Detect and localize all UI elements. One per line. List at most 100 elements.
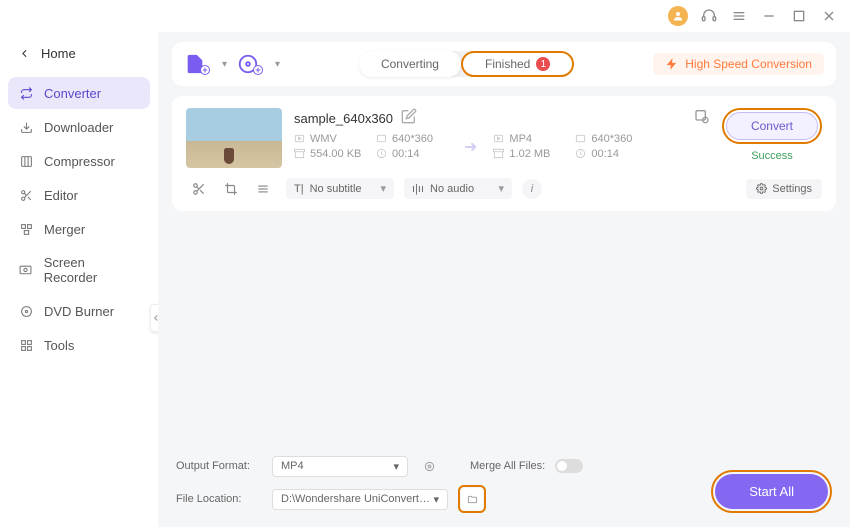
- edit-name-icon[interactable]: [401, 108, 417, 129]
- audio-value: No audio: [430, 183, 474, 195]
- sidebar-item-label: Tools: [44, 338, 74, 353]
- chevron-down-icon: ▾: [433, 493, 439, 506]
- open-folder-button[interactable]: [461, 488, 483, 510]
- chevron-down-icon: ▾: [275, 59, 280, 70]
- crop-icon[interactable]: [224, 182, 238, 196]
- home-button[interactable]: Home: [8, 40, 150, 67]
- audio-icon: ı|ıı: [412, 183, 424, 195]
- output-format-value: MP4: [281, 460, 304, 472]
- chevron-down-icon: ▾: [393, 460, 399, 473]
- dst-format: MP4: [509, 133, 532, 145]
- tab-finished[interactable]: Finished 1: [461, 51, 574, 77]
- output-format-label: Output Format:: [176, 460, 262, 472]
- main-panel: + ▾ + ▾ Converting Finished 1: [158, 32, 850, 527]
- sidebar-item-editor[interactable]: Editor: [8, 179, 150, 211]
- file-location-value: D:\Wondershare UniConverter 1: [281, 493, 433, 505]
- minimize-icon[interactable]: [760, 7, 778, 25]
- screen-recorder-icon: [18, 262, 34, 278]
- lightning-icon: [665, 57, 679, 71]
- close-icon[interactable]: [820, 7, 838, 25]
- tab-label: Finished: [485, 57, 530, 71]
- start-all-button[interactable]: Start All: [715, 474, 828, 509]
- subtitle-dropdown[interactable]: T| No subtitle ▾: [286, 178, 394, 199]
- chevron-down-icon: ▾: [498, 182, 504, 195]
- support-icon[interactable]: [700, 7, 718, 25]
- editor-icon: [18, 187, 34, 203]
- merge-toggle[interactable]: [555, 459, 583, 473]
- compressor-icon: [18, 153, 34, 169]
- chevron-down-icon: ▾: [380, 182, 386, 195]
- effect-icon[interactable]: [256, 182, 270, 196]
- subtitle-icon: T|: [294, 183, 304, 195]
- resolution-icon: [376, 133, 388, 145]
- sidebar-item-converter[interactable]: Converter: [8, 77, 150, 109]
- tab-converting[interactable]: Converting: [359, 51, 461, 77]
- video-thumbnail[interactable]: [186, 108, 282, 168]
- merger-icon: [18, 221, 34, 237]
- arrow-right-icon: ➜: [458, 137, 483, 157]
- format-icon: [493, 133, 505, 145]
- status-tabs: Converting Finished 1: [359, 51, 574, 77]
- dst-dur: 00:14: [591, 148, 619, 160]
- maximize-icon[interactable]: [790, 7, 808, 25]
- downloader-icon: [18, 119, 34, 135]
- info-icon[interactable]: i: [522, 179, 542, 199]
- src-format: WMV: [310, 133, 337, 145]
- gear-icon: [756, 183, 767, 194]
- subtitle-value: No subtitle: [310, 183, 362, 195]
- tab-label: Converting: [381, 57, 439, 71]
- format-icon: [294, 133, 306, 145]
- sidebar-item-compressor[interactable]: Compressor: [8, 145, 150, 177]
- add-dvd-button[interactable]: + ▾: [237, 53, 280, 75]
- user-avatar-icon[interactable]: [668, 6, 688, 26]
- sidebar: Home Converter Downloader Compressor Edi…: [0, 32, 158, 527]
- duration-icon: [575, 148, 587, 160]
- sidebar-item-label: Compressor: [44, 154, 115, 169]
- sidebar-item-label: DVD Burner: [44, 304, 114, 319]
- duration-icon: [376, 148, 388, 160]
- trim-icon[interactable]: [192, 182, 206, 196]
- settings-label: Settings: [772, 183, 812, 195]
- convert-button[interactable]: Convert: [726, 112, 818, 140]
- src-res: 640*360: [392, 133, 433, 145]
- resolution-icon: [575, 133, 587, 145]
- audio-dropdown[interactable]: ı|ıı No audio ▾: [404, 178, 512, 199]
- sidebar-item-merger[interactable]: Merger: [8, 213, 150, 245]
- high-speed-label: High Speed Conversion: [685, 57, 812, 71]
- add-file-button[interactable]: + ▾: [184, 53, 227, 75]
- dst-size: 1.02 MB: [509, 148, 550, 160]
- output-settings-icon[interactable]: [694, 108, 710, 124]
- settings-button[interactable]: Settings: [746, 179, 822, 199]
- file-name: sample_640x360: [294, 111, 393, 126]
- tools-icon: [18, 337, 34, 353]
- sidebar-item-downloader[interactable]: Downloader: [8, 111, 150, 143]
- src-dur: 00:14: [392, 148, 420, 160]
- sidebar-item-label: Screen Recorder: [44, 255, 140, 285]
- sidebar-item-label: Merger: [44, 222, 85, 237]
- size-icon: [294, 148, 306, 160]
- top-controls: + ▾ + ▾ Converting Finished 1: [172, 42, 836, 86]
- size-icon: [493, 148, 505, 160]
- sidebar-item-screen-recorder[interactable]: Screen Recorder: [8, 247, 150, 293]
- output-format-select[interactable]: MP4 ▾: [272, 456, 408, 477]
- output-settings-gear-icon[interactable]: [418, 455, 440, 477]
- high-speed-conversion-button[interactable]: High Speed Conversion: [653, 53, 824, 75]
- sidebar-item-label: Editor: [44, 188, 78, 203]
- dvd-burner-icon: [18, 303, 34, 319]
- src-size: 554.00 KB: [310, 148, 361, 160]
- finished-count-badge: 1: [536, 57, 550, 71]
- merge-label: Merge All Files:: [470, 460, 545, 472]
- status-text: Success: [751, 150, 793, 162]
- home-label: Home: [41, 46, 76, 61]
- sidebar-item-dvd-burner[interactable]: DVD Burner: [8, 295, 150, 327]
- titlebar: [0, 0, 850, 32]
- chevron-down-icon: ▾: [222, 59, 227, 70]
- folder-icon: [467, 494, 478, 505]
- sidebar-item-tools[interactable]: Tools: [8, 329, 150, 361]
- dst-res: 640*360: [591, 133, 632, 145]
- file-location-label: File Location:: [176, 493, 262, 505]
- menu-icon[interactable]: [730, 7, 748, 25]
- sidebar-item-label: Downloader: [44, 120, 113, 135]
- file-card: sample_640x360 WMV 554.00 KB 640*3: [172, 96, 836, 211]
- file-location-select[interactable]: D:\Wondershare UniConverter 1 ▾: [272, 489, 448, 510]
